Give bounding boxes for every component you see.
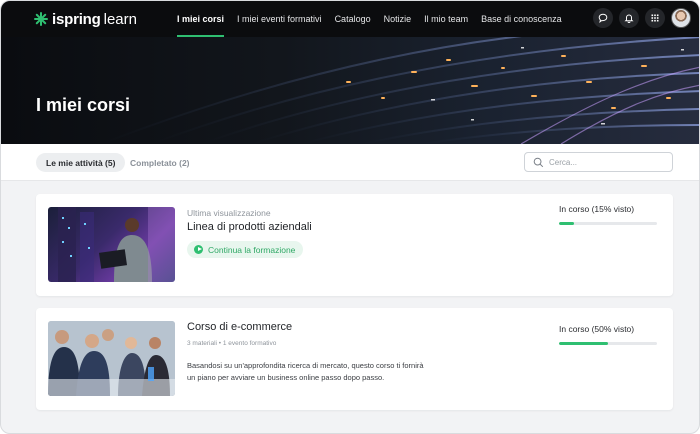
search-box[interactable] [524,152,673,172]
nav-item-news[interactable]: Notizie [380,1,416,37]
course-card[interactable]: Ultima visualizzazione Linea di prodotti… [36,194,673,296]
nav-item-catalog[interactable]: Catalogo [331,1,375,37]
light-streaks-background [100,37,699,144]
user-avatar[interactable] [671,8,691,28]
nav-item-knowledge-base[interactable]: Base di conoscenza [477,1,566,37]
app-window: ispring learn I miei corsi I miei eventi… [0,0,700,434]
apps-grid-icon [651,14,659,22]
nav-item-my-courses[interactable]: I miei corsi [173,1,228,37]
course-materials-meta: 3 materiali • 1 evento formativo [187,340,277,347]
business-team-photo [48,321,175,396]
search-input[interactable] [549,157,659,167]
course-thumbnail[interactable] [48,207,175,282]
brand-name: ispring [52,10,101,28]
apps-button[interactable] [645,8,665,28]
brand-suffix: learn [103,10,137,28]
page-title: I miei corsi [36,95,131,115]
top-navigation-bar: ispring learn I miei corsi I miei eventi… [1,1,699,37]
progress-fill [559,222,574,225]
search-icon [533,157,544,168]
last-viewed-label: Ultima visualizzazione [187,208,271,218]
course-title[interactable]: Linea di prodotti aziendali [187,221,312,233]
ispring-logo-icon [34,12,48,26]
header-tools [587,8,691,28]
progress-bar [559,222,657,225]
chat-icon [598,13,608,23]
play-icon [194,245,203,254]
bell-icon [624,14,634,23]
nav-item-my-team[interactable]: Il mio team [420,1,472,37]
tab-completed[interactable]: Completato (2) [130,153,190,172]
course-status: In corso (50% visto) [559,324,635,334]
course-status: In corso (15% visto) [559,204,635,214]
course-card[interactable]: Corso di e-commerce 3 materiali • 1 even… [36,308,673,410]
notifications-button[interactable] [619,8,639,28]
progress-fill [559,342,608,345]
main-nav: I miei corsi I miei eventi formativi Cat… [173,1,571,37]
course-thumbnail[interactable] [48,321,175,396]
tab-my-activities[interactable]: Le mie attività (5) [36,153,126,172]
logo[interactable]: ispring learn [34,10,137,28]
presenter-photo [58,207,175,282]
chat-button[interactable] [593,8,613,28]
continue-training-label: Continua la formazione [208,244,296,255]
course-description: Basandosi su un'approfondita ricerca di … [187,361,424,382]
progress-bar [559,342,657,345]
hero-banner: I miei corsi [1,37,699,144]
course-title[interactable]: Corso di e-commerce [187,321,292,333]
continue-training-button[interactable]: Continua la formazione [187,241,304,258]
nav-item-my-events[interactable]: I miei eventi formativi [233,1,326,37]
